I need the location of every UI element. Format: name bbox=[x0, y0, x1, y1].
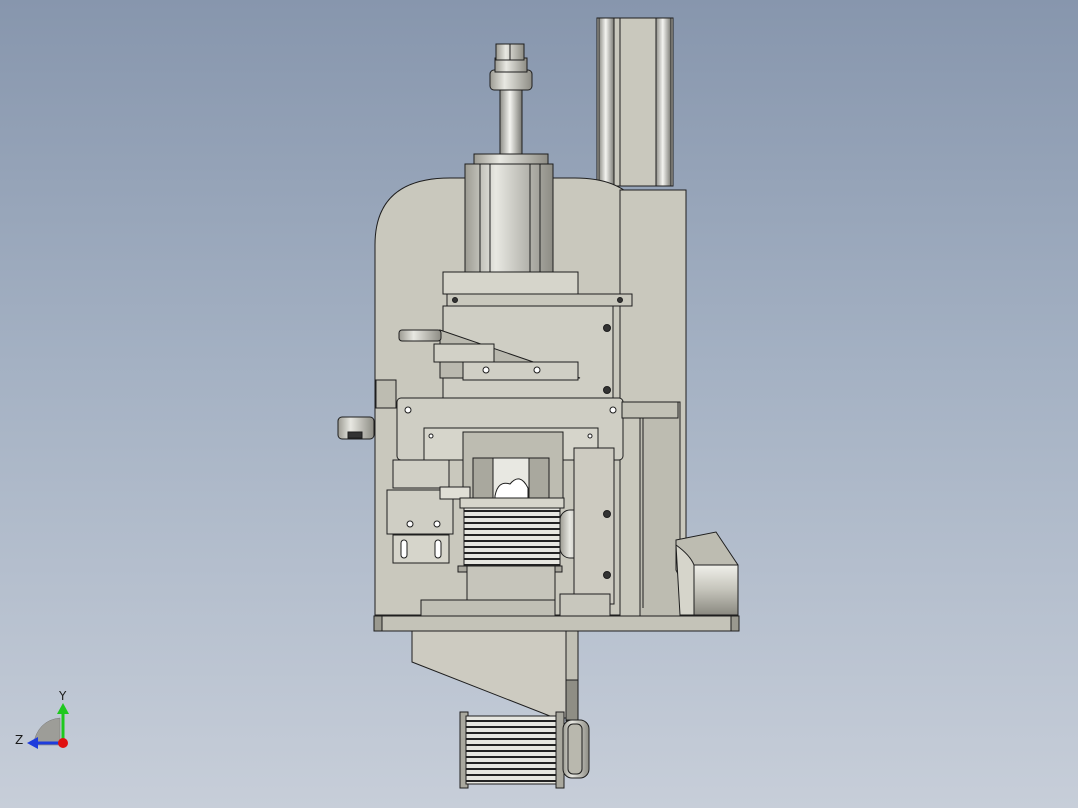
coordinate-triad: Y Z bbox=[15, 689, 69, 749]
exhaust-duct bbox=[675, 531, 739, 616]
model-drawing: Y Z bbox=[15, 17, 740, 789]
guide-column bbox=[596, 17, 674, 187]
base-plate bbox=[373, 615, 740, 632]
timing-pulley-upper bbox=[457, 497, 565, 573]
lower-bracket bbox=[411, 630, 567, 719]
z-axis-label: Z bbox=[15, 733, 23, 747]
air-cylinder bbox=[464, 153, 554, 281]
y-axis-label: Y bbox=[58, 689, 67, 703]
piston-rod bbox=[489, 43, 533, 159]
cad-viewport[interactable]: Y Z bbox=[0, 0, 1078, 808]
timing-pulley-lower bbox=[459, 711, 590, 789]
